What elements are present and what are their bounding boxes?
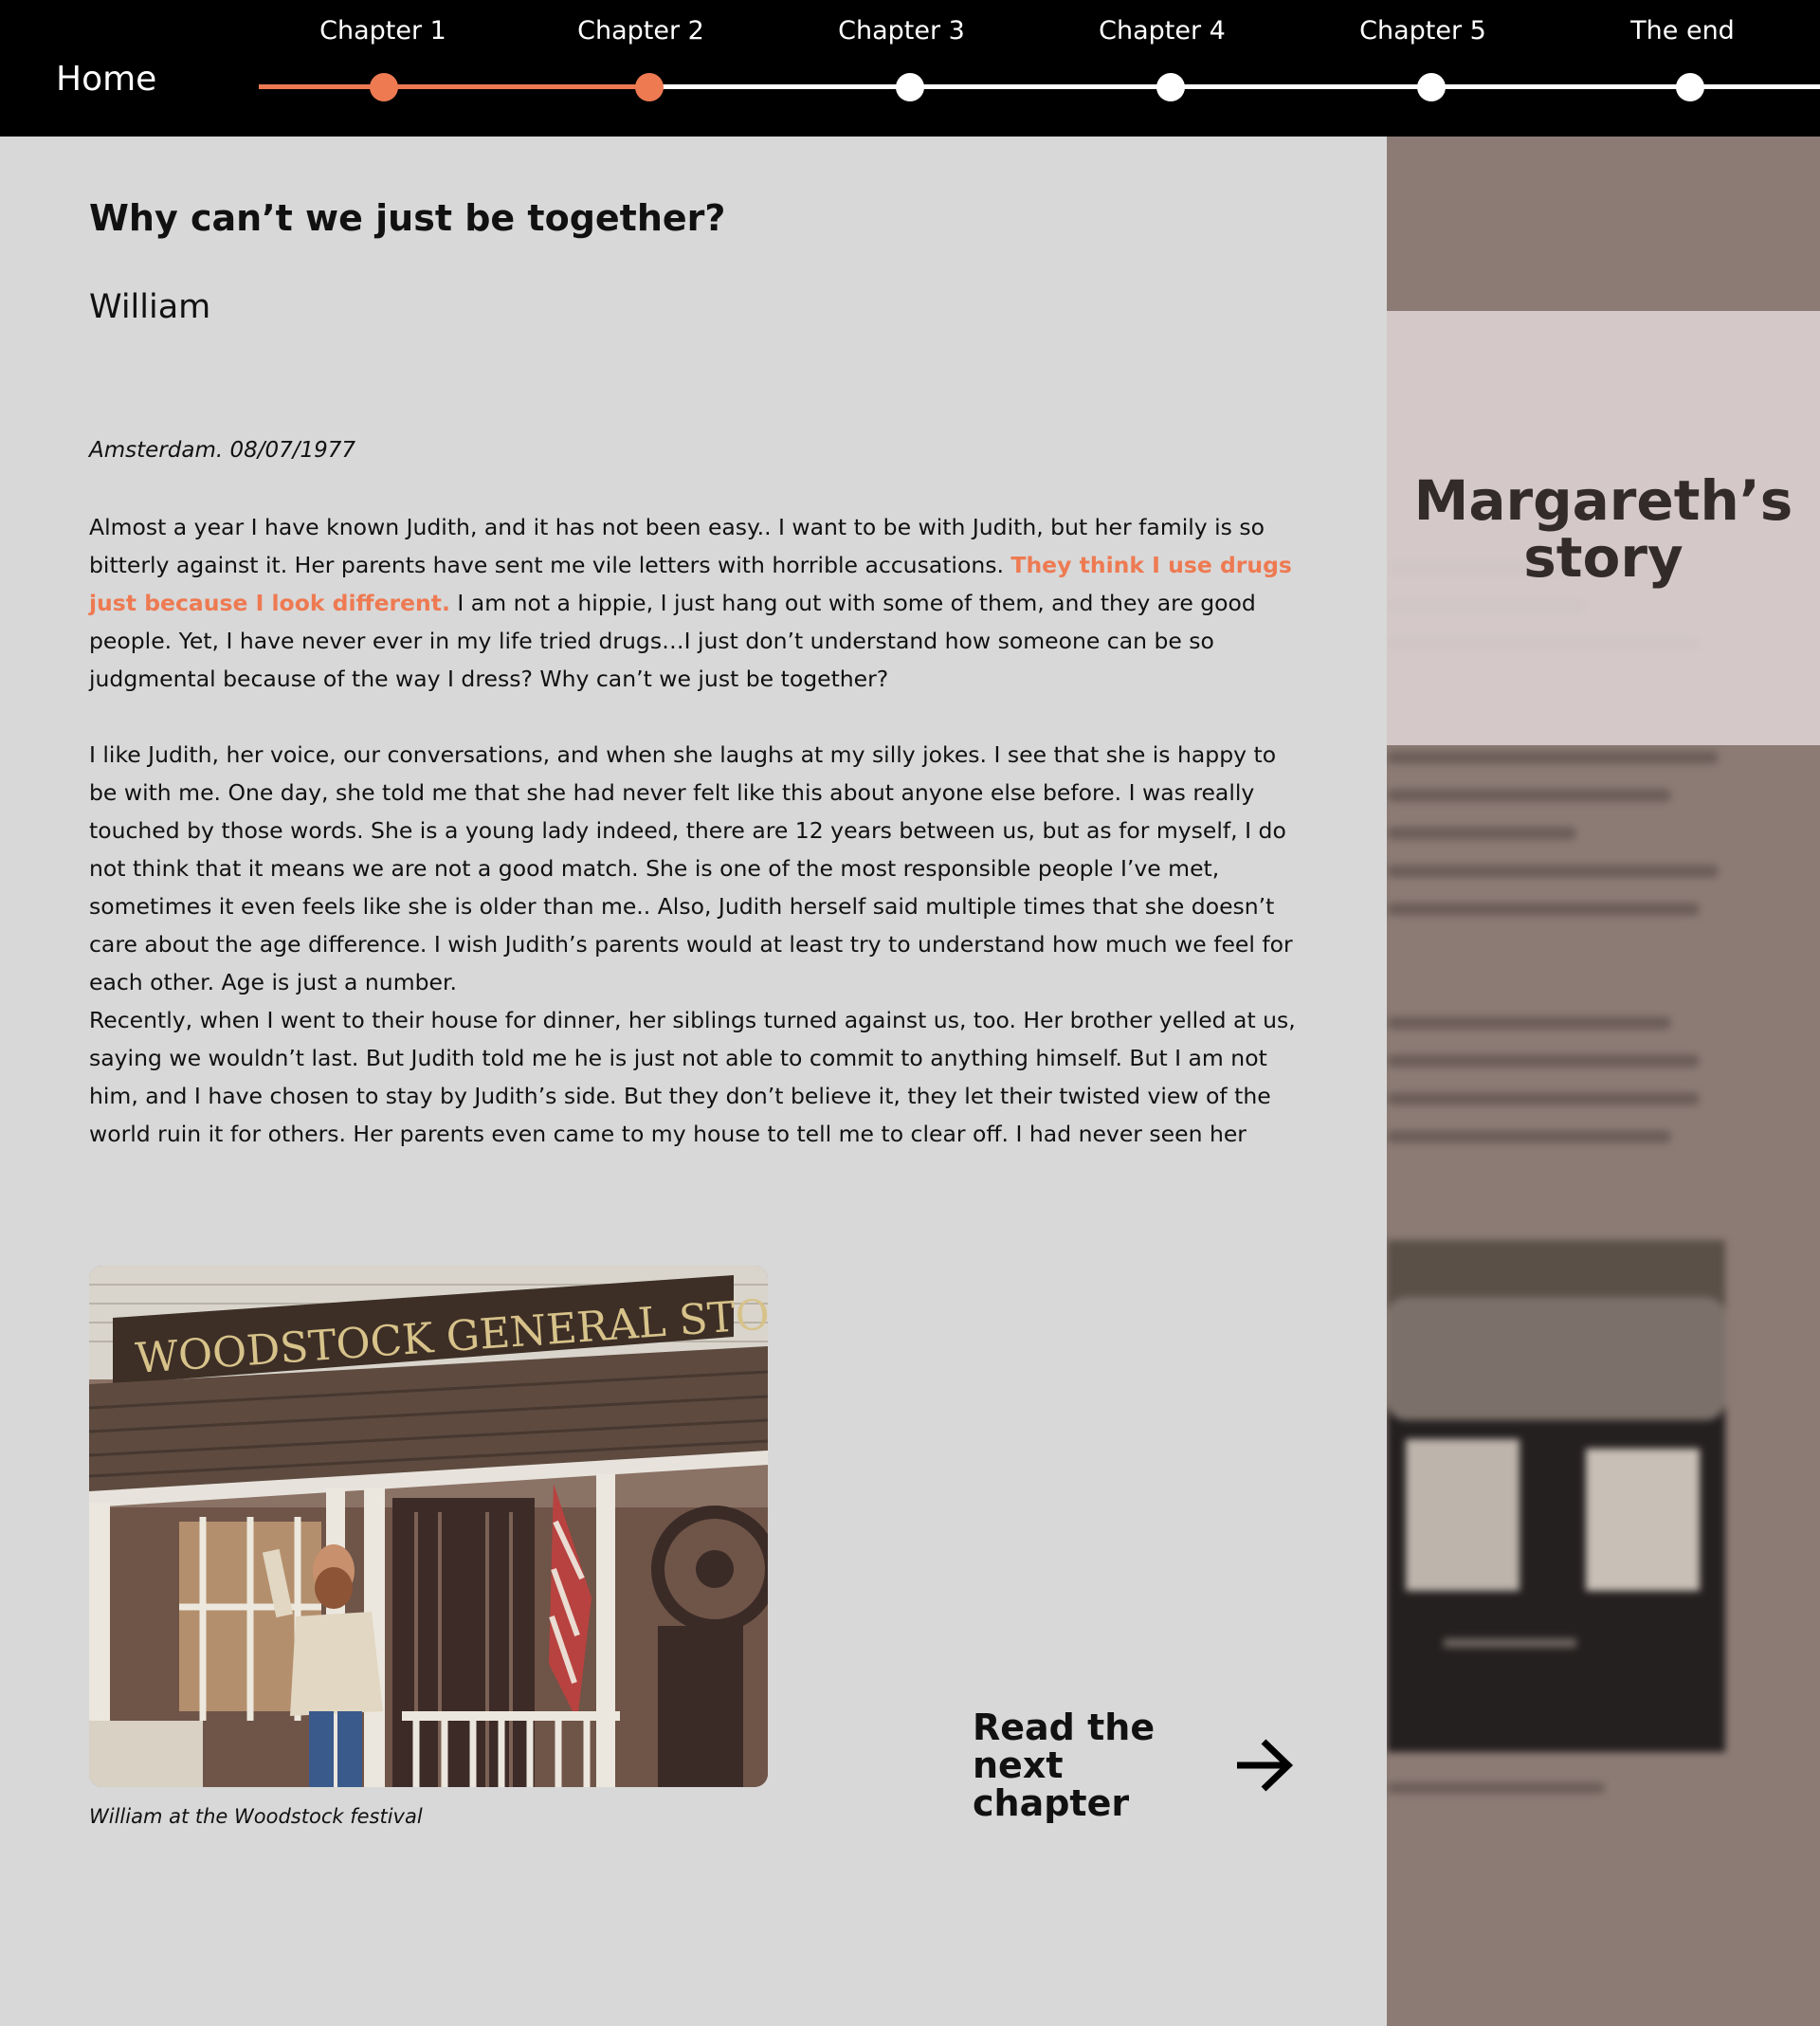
margareths-story-card[interactable]: Margareth’s story [1387, 311, 1820, 745]
chapter-5-dot[interactable] [1417, 73, 1446, 101]
home-link[interactable]: Home [56, 60, 156, 99]
the-end-label[interactable]: The end [1630, 16, 1735, 46]
side-story-panel: Margareth’s story [1387, 137, 1820, 2026]
author-name: William [89, 288, 211, 326]
side-title-line-2: story [1523, 525, 1684, 590]
progress-fill [259, 84, 649, 89]
next-chapter-label: Read the next chapter [973, 1708, 1224, 1822]
chapter-1-label[interactable]: Chapter 1 [319, 16, 446, 46]
next-chapter-line-2: next chapter [973, 1744, 1130, 1824]
next-chapter-link[interactable]: Read the next chapter [973, 1708, 1294, 1822]
paragraph-3: Recently, when I went to their house for… [89, 1007, 1296, 1147]
side-title-line-1: Margareth’s [1413, 468, 1793, 533]
photo-caption: William at the Woodstock festival [89, 1805, 423, 1828]
place-date: Amsterdam. 08/07/1977 [89, 438, 356, 463]
blurred-side-photo [1387, 1240, 1725, 1752]
chapter-1-dot[interactable] [370, 73, 398, 101]
next-chapter-line-1: Read the [973, 1707, 1156, 1748]
paragraph-1: Almost a year I have known Judith, and i… [89, 508, 1302, 698]
chapter-3-label[interactable]: Chapter 3 [838, 16, 965, 46]
the-end-dot[interactable] [1676, 73, 1704, 101]
chapter-4-label[interactable]: Chapter 4 [1099, 16, 1226, 46]
chapter-5-label[interactable]: Chapter 5 [1359, 16, 1486, 46]
paragraph-2: I like Judith, her voice, our conversati… [89, 741, 1293, 995]
arrow-right-icon [1237, 1739, 1294, 1792]
chapter-3-dot[interactable] [896, 73, 924, 101]
side-story-title: Margareth’s story [1387, 472, 1820, 586]
chapter-2-dot[interactable] [635, 73, 664, 101]
woodstock-photo: WOODSTOCK GENERAL STORE [89, 1266, 768, 1787]
chapter-navigation: Home Chapter 1 Chapter 2 Chapter 3 Chapt… [0, 0, 1820, 137]
chapter-2-label[interactable]: Chapter 2 [577, 16, 704, 46]
chapter-title: Why can’t we just be together? [89, 197, 726, 239]
chapter-4-dot[interactable] [1156, 73, 1185, 101]
